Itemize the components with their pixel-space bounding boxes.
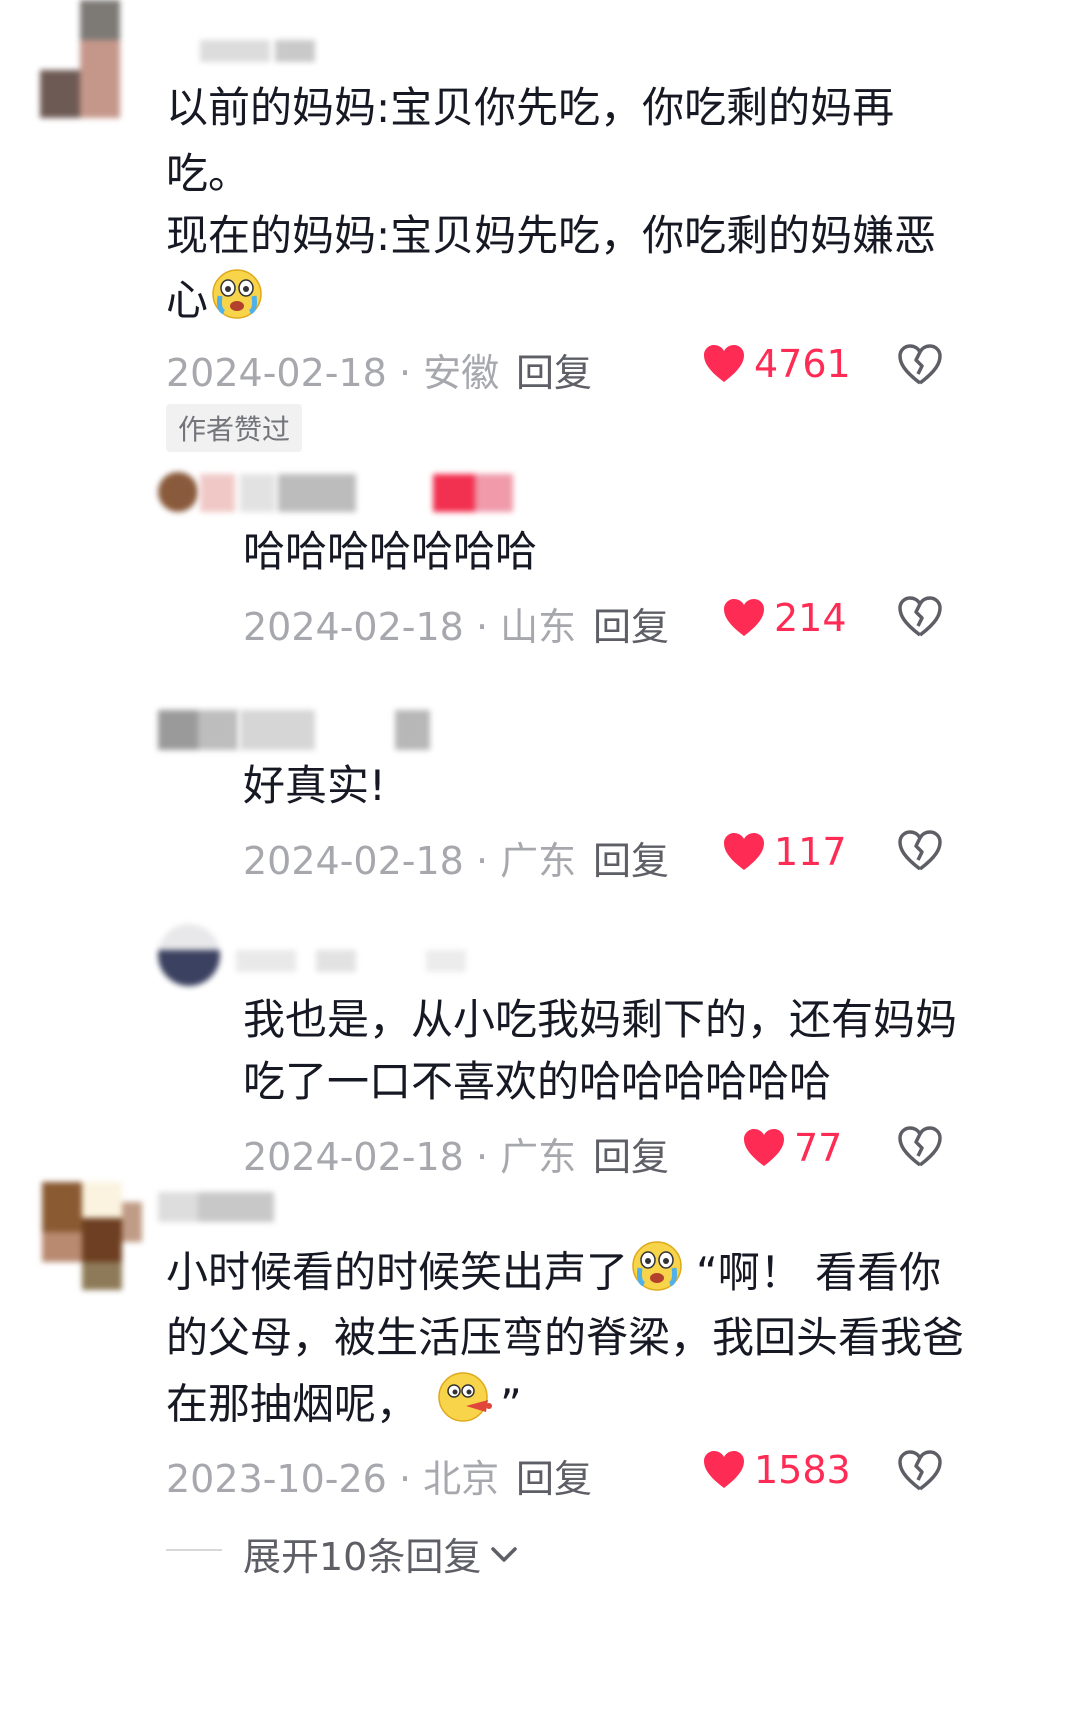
dislike-button[interactable]: [897, 1126, 943, 1172]
reply-button[interactable]: 回复: [516, 342, 592, 397]
comment-text-line-end: 心: [166, 275, 209, 325]
comment-meta: 2024-02-18 · 广东: [243, 830, 576, 885]
comment-text-line: 以前的妈妈:宝贝你先吃，你吃剩的妈再: [166, 83, 895, 132]
meta-separator: ·: [475, 605, 489, 649]
comment-date: 2024-02-18: [243, 605, 464, 649]
username[interactable]: [200, 40, 320, 62]
comment-date: 2024-02-18: [243, 839, 464, 883]
like-count: 77: [794, 1126, 843, 1170]
chevron-down-icon: [491, 1546, 518, 1562]
avatar[interactable]: [158, 472, 198, 512]
author-liked-badge: 作者赞过: [166, 404, 303, 452]
dislike-button[interactable]: [897, 344, 943, 390]
like-count: 117: [774, 830, 847, 874]
heart-filled-icon: [704, 1451, 744, 1488]
crying-emoji-icon: [210, 266, 264, 340]
comment-text-segment: 在那抽烟呢，: [166, 1379, 419, 1429]
username[interactable]: [158, 1192, 278, 1222]
avatar[interactable]: [158, 710, 238, 750]
comment-text-segment: ”: [500, 1379, 522, 1429]
broken-heart-icon: [898, 830, 942, 871]
username[interactable]: [200, 474, 520, 512]
avatar[interactable]: [158, 924, 220, 986]
heart-filled-icon: [704, 345, 744, 382]
username[interactable]: [236, 950, 476, 972]
avatar[interactable]: [42, 1182, 142, 1290]
reply-button[interactable]: 回复: [593, 1126, 669, 1181]
comment-region: 山东: [500, 605, 577, 649]
username[interactable]: [240, 710, 440, 750]
expand-replies-button[interactable]: 展开10条回复: [243, 1526, 521, 1581]
comment-text-line: 好真实!: [243, 761, 386, 810]
meta-separator: ·: [398, 1457, 412, 1501]
expand-divider: [166, 1549, 222, 1551]
dislike-button[interactable]: [897, 830, 943, 876]
like-button[interactable]: 1583: [702, 1448, 851, 1492]
heart-filled-icon: [724, 833, 764, 870]
comment-text-line: 哈哈哈哈哈哈哈: [243, 527, 538, 576]
broken-heart-icon: [898, 344, 942, 385]
reply-button[interactable]: 回复: [593, 596, 669, 651]
broken-heart-icon: [898, 1450, 942, 1491]
meta-separator: ·: [398, 351, 412, 395]
comment-meta: 2023-10-26 · 北京: [166, 1448, 499, 1503]
reply-button[interactable]: 回复: [516, 1448, 592, 1503]
avatar[interactable]: [40, 0, 120, 118]
comment-text-line: 小时候看的时候笑出声了 “啊！ 看看你: [166, 1238, 941, 1312]
comment-region: 广东: [500, 839, 577, 883]
comment-text-line: 的父母，被生活压弯的脊梁，我回头看我爸: [166, 1313, 965, 1362]
crying-emoji-icon: [630, 1238, 684, 1312]
comment-date: 2024-02-18: [166, 351, 387, 395]
comment-text-segment: “啊！ 看看你: [696, 1247, 942, 1297]
comment-text-line: 我也是，从小吃我妈剩下的，还有妈妈: [243, 995, 958, 1044]
heart-filled-icon: [744, 1129, 784, 1166]
like-button[interactable]: 77: [742, 1126, 842, 1170]
meta-separator: ·: [475, 1135, 489, 1179]
comment-meta: 2024-02-18 · 山东: [243, 596, 576, 651]
like-button[interactable]: 117: [722, 830, 847, 874]
comment-date: 2023-10-26: [166, 1457, 387, 1501]
comment-region: 北京: [423, 1457, 500, 1501]
like-count: 4761: [754, 342, 851, 386]
comment-text-segment: 小时候看的时候笑出声了: [166, 1247, 629, 1297]
heart-filled-icon: [724, 599, 764, 636]
comment-region: 广东: [500, 1135, 577, 1179]
like-count: 214: [774, 596, 847, 640]
comment-text-line: 在那抽烟呢， ”: [166, 1370, 522, 1444]
comment-region: 安徽: [423, 351, 500, 395]
reply-button[interactable]: 回复: [593, 830, 669, 885]
comment-date: 2024-02-18: [243, 1135, 464, 1179]
comment-meta: 2024-02-18 · 广东: [243, 1126, 576, 1181]
like-button[interactable]: 4761: [702, 342, 851, 386]
broken-heart-icon: [898, 596, 942, 637]
comment-meta: 2024-02-18 · 安徽: [166, 342, 499, 397]
comment-text-line: 吃。: [166, 149, 251, 198]
like-count: 1583: [754, 1448, 851, 1492]
comment-text-line: 现在的妈妈:宝贝妈先吃，你吃剩的妈嫌恶: [166, 211, 937, 260]
broken-heart-icon: [898, 1126, 942, 1167]
meta-separator: ·: [475, 839, 489, 883]
comment-text-line: 心: [166, 266, 264, 340]
spit-emoji-icon: [436, 1370, 494, 1444]
expand-replies-label: 展开10条回复: [243, 1535, 482, 1579]
comment-text-line: 吃了一口不喜欢的哈哈哈哈哈哈: [243, 1057, 832, 1106]
like-button[interactable]: 214: [722, 596, 847, 640]
dislike-button[interactable]: [897, 596, 943, 642]
dislike-button[interactable]: [897, 1450, 943, 1496]
